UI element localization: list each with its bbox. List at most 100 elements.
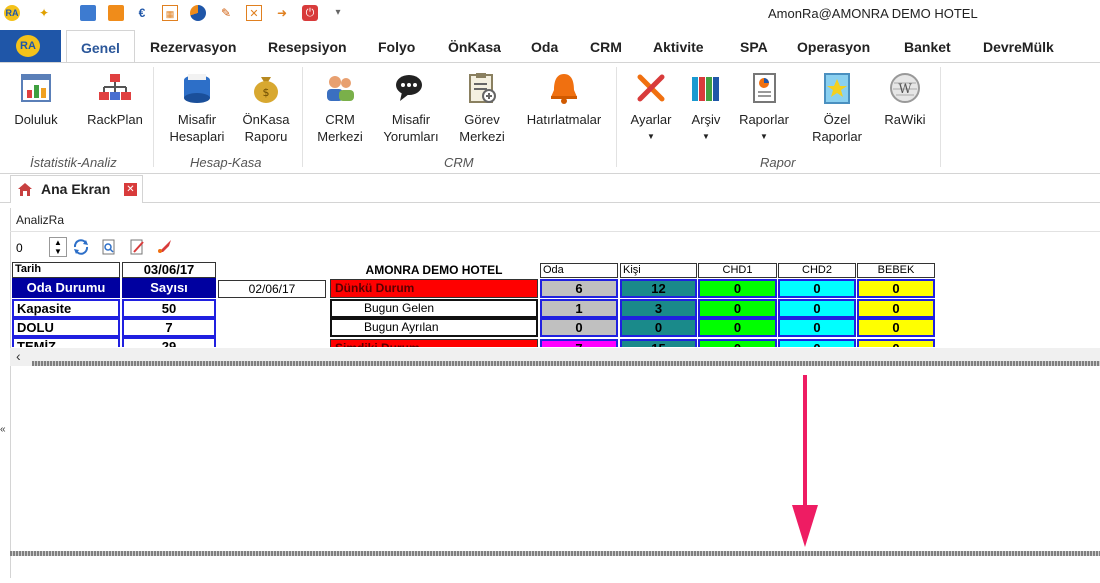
currency-icon[interactable]: €: [134, 5, 150, 21]
crm-merkezi-button[interactable]: CRM Merkezi: [312, 71, 368, 145]
panel-divider: [10, 231, 1100, 232]
table-row-label: TEMİZ: [12, 337, 120, 347]
tab-ana-ekran[interactable]: Ana Ekran ✕: [10, 175, 143, 203]
tab-rezervasyon[interactable]: Rezervasyon: [150, 39, 236, 55]
people-icon: [327, 76, 354, 101]
table-cell-oda: 1: [540, 299, 618, 318]
tab-genel[interactable]: Genel: [66, 30, 135, 64]
tab-folyo[interactable]: Folyo: [378, 39, 415, 55]
table-row-value: 7: [122, 318, 216, 337]
raporlar-label: Raporlar: [739, 112, 789, 127]
table-cell-chd1: 0: [698, 279, 777, 298]
doluluk-label: Doluluk: [14, 112, 58, 127]
report-document-icon: [753, 73, 776, 103]
rocket-icon[interactable]: [155, 238, 173, 256]
window-title: AmonRa@AMONRA DEMO HOTEL: [768, 6, 978, 21]
app-logo-icon[interactable]: RA: [4, 5, 20, 21]
ayarlar-dropdown-icon: ▼: [647, 132, 655, 141]
table-cell-chd2: 0: [778, 339, 856, 347]
bottom-splitter-handle[interactable]: [10, 551, 1100, 556]
misafir-yorumlari-label: Misafir Yorumları: [383, 112, 439, 144]
tarih-value[interactable]: 03/06/17: [122, 262, 216, 278]
arsiv-dropdown-icon: ▼: [702, 132, 710, 141]
task-clipboard-icon: [469, 73, 496, 103]
gorev-merkezi-button[interactable]: Görev Merkezi: [455, 71, 509, 145]
tab-operasyon[interactable]: Operasyon: [797, 39, 870, 55]
tab-aktivite[interactable]: Aktivite: [653, 39, 704, 55]
table-cell-kisi: 15: [620, 339, 697, 347]
app-window: RA ✦ € ▦ ✎ ✕ ➜ ⏻ ▾ AmonRa@AMONRA DEMO HO…: [0, 0, 1100, 583]
table-cell-chd1: 0: [698, 299, 777, 318]
zoom-document-icon[interactable]: [100, 238, 118, 256]
table-cell-chd2: 0: [778, 299, 856, 318]
tab-onkasa[interactable]: ÖnKasa: [448, 39, 501, 55]
previous-date: 02/06/17: [218, 280, 326, 298]
customize-toolbar-icon[interactable]: ▾: [330, 5, 346, 21]
wand-icon[interactable]: ✦: [36, 5, 52, 21]
splitter-handle[interactable]: [32, 361, 1100, 366]
column-header-kisi: Kişi: [620, 263, 697, 278]
exit-icon[interactable]: ➜: [274, 5, 290, 21]
sayisi-header: Sayısı: [122, 278, 216, 298]
ayarlar-label: Ayarlar: [630, 112, 672, 127]
calendar-icon[interactable]: ▦: [162, 5, 178, 21]
onkasa-raporu-button[interactable]: $ ÖnKasa Raporu: [238, 71, 294, 145]
tab-crm[interactable]: CRM: [590, 39, 622, 55]
misafir-hesaplari-button[interactable]: Misafir Hesaplari: [164, 71, 230, 145]
tools-icon[interactable]: ✎: [218, 5, 234, 21]
rackplan-label: RackPlan: [87, 112, 143, 127]
tab-devremulk[interactable]: DevreMülk: [983, 39, 1054, 55]
ozel-raporlar-button[interactable]: Özel Raporlar: [804, 71, 870, 145]
note-icon[interactable]: [108, 5, 124, 21]
ozel-raporlar-label: Özel Raporlar: [812, 112, 862, 144]
table-row-value: 50: [122, 299, 216, 318]
rackplan-button[interactable]: RackPlan: [84, 71, 146, 128]
edit-document-icon[interactable]: [128, 238, 146, 256]
refresh-icon[interactable]: [72, 238, 90, 256]
archive-books-icon: [692, 77, 719, 101]
table-row-label: Şimdiki Durum: [330, 339, 538, 347]
table-cell-bebek: 0: [857, 299, 935, 318]
app-logo-icon: RA: [16, 35, 40, 57]
table-cell-oda: 0: [540, 318, 618, 337]
spinner-value[interactable]: 0: [16, 241, 23, 255]
table-row-label: Kapasite: [12, 299, 120, 318]
chat-bubble-icon: [396, 75, 422, 101]
gorev-merkezi-label: Görev Merkezi: [459, 112, 505, 144]
raporlar-button[interactable]: Raporlar ▼: [734, 71, 794, 145]
ayarlar-button[interactable]: Ayarlar ▼: [626, 71, 676, 145]
tab-oda[interactable]: Oda: [531, 39, 558, 55]
spinner-stepper[interactable]: ▲ ▼: [49, 237, 67, 257]
table-cell-chd1: 0: [698, 339, 777, 347]
pie-chart-icon[interactable]: [190, 5, 206, 21]
tab-spa[interactable]: SPA: [740, 39, 768, 55]
scroll-left-icon[interactable]: ‹: [16, 348, 21, 364]
doluluk-button[interactable]: Doluluk: [10, 71, 62, 128]
svg-text:W: W: [898, 82, 912, 97]
table-cell-bebek: 0: [857, 279, 935, 298]
crm-merkezi-label: CRM Merkezi: [317, 112, 363, 144]
horizontal-scrollbar[interactable]: ‹: [10, 348, 1100, 366]
tarih-label: Tarih: [12, 262, 120, 278]
rawiki-button[interactable]: W RaWiki: [880, 71, 930, 128]
group-separator: [153, 67, 154, 167]
svg-text:$: $: [263, 86, 270, 99]
ribbon-panel: Doluluk RackPlan Misafir Hesaplari $ ÖnK…: [0, 62, 1100, 174]
hatirlatmalar-button[interactable]: Hatırlatmalar: [522, 71, 606, 128]
x-box-icon[interactable]: ✕: [246, 5, 262, 21]
arsiv-button[interactable]: Arşiv ▼: [684, 71, 728, 145]
collapse-panel-icon[interactable]: «: [0, 424, 6, 435]
table-row-label: Dünkü Durum: [330, 279, 538, 298]
monitor-icon[interactable]: [80, 5, 96, 21]
bell-icon: [551, 74, 577, 104]
tab-resepsiyon[interactable]: Resepsiyon: [268, 39, 347, 55]
power-icon[interactable]: ⏻: [302, 5, 318, 21]
misafir-hesaplari-label: Misafir Hesaplari: [169, 112, 225, 144]
column-header-chd2: CHD2: [778, 263, 856, 278]
table-row-label: Bugun Ayrılan: [330, 318, 538, 337]
misafir-yorumlari-button[interactable]: Misafir Yorumları: [378, 71, 444, 145]
app-menu-button[interactable]: RA: [0, 30, 61, 62]
close-icon[interactable]: ✕: [124, 183, 137, 196]
group-separator: [940, 67, 941, 167]
tab-banket[interactable]: Banket: [904, 39, 951, 55]
